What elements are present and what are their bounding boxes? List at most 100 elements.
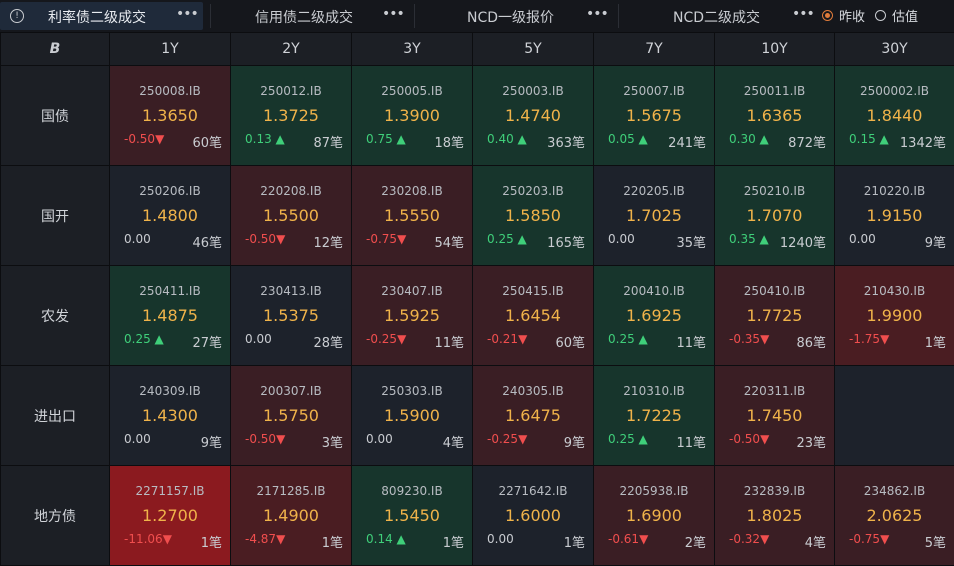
change-value: -0.61▼ bbox=[608, 532, 648, 546]
trade-count: 165笔 bbox=[547, 232, 585, 251]
trade-count: 27笔 bbox=[192, 332, 222, 351]
bond-code: 2205938.IB bbox=[594, 484, 714, 498]
bond-code: 250005.IB bbox=[352, 84, 472, 98]
quote-cell[interactable]: 232839.IB1.8025-0.32▼4笔 bbox=[715, 466, 835, 566]
quote-cell[interactable]: 230407.IB1.5925-0.25▼11笔 bbox=[352, 266, 473, 366]
column-header[interactable]: 2Y bbox=[231, 33, 352, 66]
tab-label: 利率债二级成交 bbox=[48, 7, 146, 27]
column-header[interactable]: 10Y bbox=[715, 33, 835, 66]
arrow-down-icon: ▼ bbox=[397, 232, 406, 246]
yield-value: 1.9900 bbox=[835, 306, 954, 325]
change-value: 0.30 ▲ bbox=[729, 132, 769, 146]
quote-cell[interactable]: 250410.IB1.7725-0.35▼86笔 bbox=[715, 266, 835, 366]
more-icon[interactable]: ••• bbox=[176, 6, 198, 22]
quote-cell[interactable]: 250005.IB1.39000.75 ▲18笔 bbox=[352, 66, 473, 166]
quote-cell[interactable]: 809230.IB1.54500.14 ▲1笔 bbox=[352, 466, 473, 566]
table-row: 国债250008.IB1.3650-0.50▼60笔250012.IB1.372… bbox=[1, 66, 954, 166]
change-value: 0.75 ▲ bbox=[366, 132, 406, 146]
quote-cell[interactable]: 250415.IB1.6454-0.21▼60笔 bbox=[473, 266, 594, 366]
tab-ncd-secondary[interactable]: NCD二级成交 ••• bbox=[620, 2, 816, 30]
tab-label: NCD一级报价 bbox=[467, 7, 554, 27]
column-header[interactable]: 1Y bbox=[110, 33, 231, 66]
column-header[interactable]: 5Y bbox=[473, 33, 594, 66]
radio-prev-close[interactable]: 昨收 bbox=[822, 6, 865, 25]
yield-value: 1.5550 bbox=[352, 206, 472, 225]
quote-cell[interactable]: 250003.IB1.47400.40 ▲363笔 bbox=[473, 66, 594, 166]
quote-cell[interactable]: 234862.IB2.0625-0.75▼5笔 bbox=[835, 466, 954, 566]
radio-label: 昨收 bbox=[839, 6, 865, 25]
yield-matrix: B 1Y 2Y 3Y 5Y 7Y 10Y 30Y 国债250008.IB1.36… bbox=[0, 32, 954, 566]
change-value: -0.75▼ bbox=[366, 232, 406, 246]
arrow-down-icon: ▼ bbox=[276, 432, 285, 446]
column-header[interactable]: 7Y bbox=[594, 33, 715, 66]
quote-cell[interactable]: 250008.IB1.3650-0.50▼60笔 bbox=[110, 66, 231, 166]
more-icon[interactable]: ••• bbox=[792, 6, 814, 22]
quote-cell[interactable]: 250411.IB1.48750.25 ▲27笔 bbox=[110, 266, 231, 366]
change-number: 0.75 bbox=[366, 132, 393, 146]
more-icon[interactable]: ••• bbox=[586, 6, 608, 22]
trade-count: 28笔 bbox=[313, 332, 343, 351]
quote-cell[interactable]: 250012.IB1.37250.13 ▲87笔 bbox=[231, 66, 352, 166]
quote-cell[interactable]: 2500002.IB1.84400.15 ▲1342笔 bbox=[835, 66, 954, 166]
quote-cell[interactable]: 220311.IB1.7450-0.50▼23笔 bbox=[715, 366, 835, 466]
quote-cell[interactable]: 200410.IB1.69250.25 ▲11笔 bbox=[594, 266, 715, 366]
arrow-up-icon: ▲ bbox=[514, 232, 527, 246]
yield-value: 1.9150 bbox=[835, 206, 954, 225]
quote-cell[interactable]: 2205938.IB1.6900-0.61▼2笔 bbox=[594, 466, 715, 566]
change-number: -0.35 bbox=[729, 332, 760, 346]
arrow-down-icon: ▼ bbox=[880, 332, 889, 346]
quote-cell[interactable]: 240309.IB1.43000.009笔 bbox=[110, 366, 231, 466]
change-value: 0.40 ▲ bbox=[487, 132, 527, 146]
quote-cell[interactable]: 230208.IB1.5550-0.75▼54笔 bbox=[352, 166, 473, 266]
trade-count: 1笔 bbox=[201, 532, 222, 551]
quote-cell[interactable]: 250303.IB1.59000.004笔 bbox=[352, 366, 473, 466]
trade-count: 2笔 bbox=[685, 532, 706, 551]
change-number: -0.50 bbox=[245, 432, 276, 446]
yield-value: 1.5900 bbox=[352, 406, 472, 425]
change-value: -0.50▼ bbox=[729, 432, 769, 446]
quote-cell[interactable]: 210220.IB1.91500.009笔 bbox=[835, 166, 954, 266]
tab-credit-bond-secondary[interactable]: 信用债二级成交 ••• bbox=[212, 2, 412, 30]
bond-code: 210430.IB bbox=[835, 284, 954, 298]
change-number: 0.25 bbox=[124, 332, 151, 346]
table-row: 农发250411.IB1.48750.25 ▲27笔230413.IB1.537… bbox=[1, 266, 954, 366]
change-number: 0.14 bbox=[366, 532, 393, 546]
quote-cell[interactable]: 250206.IB1.48000.0046笔 bbox=[110, 166, 231, 266]
radio-checked-icon bbox=[822, 10, 833, 21]
yield-value: 1.7450 bbox=[715, 406, 834, 425]
column-header[interactable]: 3Y bbox=[352, 33, 473, 66]
change-number: -0.50 bbox=[245, 232, 276, 246]
quote-cell[interactable]: 2271642.IB1.60000.001笔 bbox=[473, 466, 594, 566]
change-value: 0.00 bbox=[124, 232, 151, 246]
trade-count: 1笔 bbox=[564, 532, 585, 551]
more-icon[interactable]: ••• bbox=[382, 6, 404, 22]
column-header[interactable]: 30Y bbox=[835, 33, 954, 66]
quote-cell[interactable]: 210430.IB1.9900-1.75▼1笔 bbox=[835, 266, 954, 366]
yield-value: 1.5500 bbox=[231, 206, 351, 225]
quote-cell[interactable]: 230413.IB1.53750.0028笔 bbox=[231, 266, 352, 366]
quote-cell[interactable]: 2171285.IB1.4900-4.87▼1笔 bbox=[231, 466, 352, 566]
bond-code: 250206.IB bbox=[110, 184, 230, 198]
trade-count: 60笔 bbox=[192, 132, 222, 151]
quote-cell[interactable]: 2271157.IB1.2700-11.06▼1笔 bbox=[110, 466, 231, 566]
arrow-down-icon: ▼ bbox=[163, 532, 172, 546]
quote-cell[interactable]: 250007.IB1.56750.05 ▲241笔 bbox=[594, 66, 715, 166]
quote-cell[interactable]: 240305.IB1.6475-0.25▼9笔 bbox=[473, 366, 594, 466]
radio-valuation[interactable]: 估值 bbox=[875, 6, 918, 25]
quote-cell[interactable]: 250210.IB1.70700.35 ▲1240笔 bbox=[715, 166, 835, 266]
quote-cell[interactable]: 250011.IB1.63650.30 ▲872笔 bbox=[715, 66, 835, 166]
tab-rate-bond-secondary[interactable]: ! 利率债二级成交 ••• bbox=[0, 2, 203, 30]
quote-cell[interactable]: 200307.IB1.5750-0.50▼3笔 bbox=[231, 366, 352, 466]
trade-count: 35笔 bbox=[676, 232, 706, 251]
tab-label: 信用债二级成交 bbox=[255, 7, 353, 27]
bond-code: 200307.IB bbox=[231, 384, 351, 398]
info-icon[interactable]: ! bbox=[10, 9, 24, 23]
quote-cell[interactable]: 220205.IB1.70250.0035笔 bbox=[594, 166, 715, 266]
tab-ncd-primary-quote[interactable]: NCD一级报价 ••• bbox=[416, 2, 616, 30]
quote-cell[interactable]: 250203.IB1.58500.25 ▲165笔 bbox=[473, 166, 594, 266]
yield-value: 2.0625 bbox=[835, 506, 954, 525]
bond-code: 232839.IB bbox=[715, 484, 834, 498]
quote-cell[interactable]: 210310.IB1.72250.25 ▲11笔 bbox=[594, 366, 715, 466]
quote-cell[interactable]: 220208.IB1.5500-0.50▼12笔 bbox=[231, 166, 352, 266]
yield-value: 1.5850 bbox=[473, 206, 593, 225]
